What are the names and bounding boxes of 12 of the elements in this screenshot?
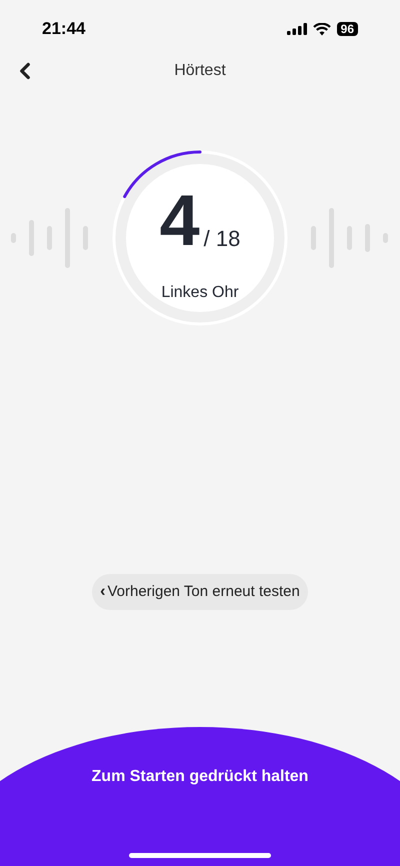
retry-button[interactable]: ‹Vorherigen Ton erneut testen — [92, 574, 308, 610]
status-time: 21:44 — [42, 18, 86, 40]
total-steps: / 18 — [204, 222, 240, 255]
wifi-icon — [312, 22, 331, 36]
sound-wave-icon — [10, 207, 90, 269]
battery-level: 96 — [336, 22, 358, 36]
ear-label: Linkes Ohr — [161, 283, 239, 303]
signal-icon — [286, 23, 307, 35]
current-step: 4 — [160, 185, 200, 257]
page-title: Hörtest — [174, 61, 226, 81]
start-press-area[interactable]: Zum Starten gedrückt halten — [0, 727, 400, 866]
sound-wave-icon — [310, 207, 390, 269]
